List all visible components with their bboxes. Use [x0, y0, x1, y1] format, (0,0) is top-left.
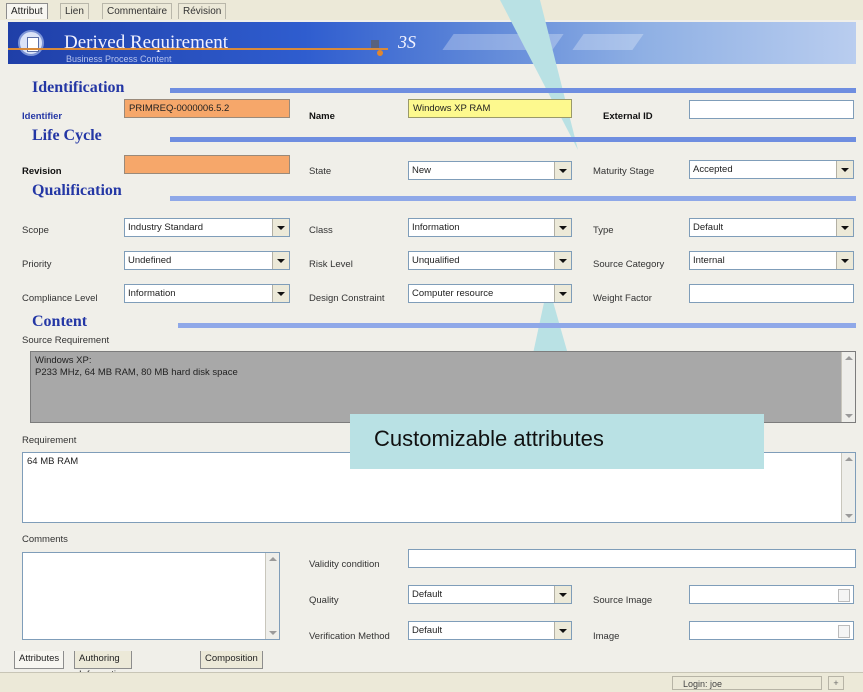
- validity-condition-label: Validity condition: [309, 559, 380, 570]
- status-control-icon[interactable]: +: [828, 676, 844, 690]
- source-requirement-textarea[interactable]: Windows XP: P233 MHz, 64 MB RAM, 80 MB h…: [30, 351, 856, 423]
- scrollbar[interactable]: [265, 553, 279, 639]
- status-bar: Login: joe +: [0, 672, 863, 692]
- compliance-level-select[interactable]: Information: [124, 284, 290, 303]
- callout-text: Customizable attributes: [374, 426, 604, 451]
- scope-label: Scope: [22, 225, 49, 236]
- chevron-down-icon[interactable]: [554, 586, 571, 603]
- chevron-down-icon[interactable]: [272, 219, 289, 236]
- chevron-down-icon[interactable]: [554, 162, 571, 179]
- priority-select[interactable]: Undefined: [124, 251, 290, 270]
- section-bar: [170, 137, 856, 142]
- chevron-down-icon[interactable]: [836, 219, 853, 236]
- maturity-stage-label: Maturity Stage: [593, 166, 655, 177]
- section-identification: Identification: [32, 79, 125, 96]
- type-label: Type: [593, 225, 614, 236]
- name-label: Name: [309, 111, 335, 122]
- class-value: Information: [412, 222, 460, 233]
- source-requirement-label: Source Requirement: [22, 335, 110, 346]
- risk-level-value: Unqualified: [412, 255, 460, 266]
- browse-icon[interactable]: [838, 589, 850, 602]
- risk-level-select[interactable]: Unqualified: [408, 251, 572, 270]
- priority-value: Undefined: [128, 255, 172, 266]
- weight-factor-field[interactable]: [689, 284, 854, 303]
- image-label: Image: [593, 631, 620, 642]
- chevron-down-icon[interactable]: [272, 252, 289, 269]
- section-life-cycle: Life Cycle: [32, 127, 102, 144]
- maturity-stage-value: Accepted: [693, 164, 733, 175]
- browse-icon[interactable]: [838, 625, 850, 638]
- verification-method-label: Verification Method: [309, 631, 390, 642]
- design-constraint-label: Design Constraint: [309, 293, 385, 304]
- section-bar: [178, 323, 856, 328]
- verification-method-value: Default: [412, 625, 443, 636]
- source-category-select[interactable]: Internal: [689, 251, 854, 270]
- section-bar: [170, 196, 856, 201]
- name-field[interactable]: Windows XP RAM: [408, 99, 572, 118]
- external-id-field[interactable]: [689, 100, 854, 119]
- quality-select[interactable]: Default: [408, 585, 572, 604]
- chevron-down-icon[interactable]: [554, 285, 571, 302]
- quality-value: Default: [412, 589, 443, 600]
- source-category-value: Internal: [693, 255, 725, 266]
- chevron-down-icon[interactable]: [836, 161, 853, 178]
- requirement-label: Requirement: [22, 435, 77, 446]
- tab-authoring-information[interactable]: Authoring Information: [74, 651, 132, 680]
- login-status: Login: joe: [672, 676, 822, 690]
- callout-box: Customizable attributes: [350, 414, 764, 469]
- image-field[interactable]: [689, 621, 854, 640]
- chevron-down-icon[interactable]: [554, 252, 571, 269]
- priority-label: Priority: [22, 259, 52, 270]
- chevron-down-icon[interactable]: [836, 252, 853, 269]
- source-category-label: Source Category: [593, 259, 665, 270]
- callout-pointer-top: [500, 0, 578, 150]
- section-content: Content: [32, 313, 88, 330]
- compliance-level-label: Compliance Level: [22, 293, 98, 304]
- scope-value: Industry Standard: [128, 222, 203, 233]
- maturity-stage-select[interactable]: Accepted: [689, 160, 854, 179]
- section-qualification: Qualification: [32, 182, 122, 199]
- chevron-down-icon[interactable]: [554, 219, 571, 236]
- external-id-label: External ID: [603, 111, 653, 122]
- chevron-down-icon[interactable]: [272, 285, 289, 302]
- source-image-label: Source Image: [593, 595, 653, 606]
- quality-label: Quality: [309, 595, 339, 606]
- verification-method-select[interactable]: Default: [408, 621, 572, 640]
- state-value: New: [412, 165, 432, 176]
- state-label: State: [309, 166, 332, 177]
- revision-label: Revision: [22, 166, 62, 177]
- design-constraint-value: Computer resource: [412, 288, 494, 299]
- design-constraint-select[interactable]: Computer resource: [408, 284, 572, 303]
- risk-level-label: Risk Level: [309, 259, 353, 270]
- state-select[interactable]: New: [408, 161, 572, 180]
- compliance-level-value: Information: [128, 288, 176, 299]
- tab-attributes[interactable]: Attributes: [14, 651, 65, 669]
- chevron-down-icon[interactable]: [554, 622, 571, 639]
- scrollbar[interactable]: [841, 352, 855, 422]
- class-select[interactable]: Information: [408, 218, 572, 237]
- weight-factor-label: Weight Factor: [593, 293, 652, 304]
- tab-composition[interactable]: Composition: [200, 651, 263, 669]
- scope-select[interactable]: Industry Standard: [124, 218, 290, 237]
- section-bar: [170, 88, 856, 93]
- type-select[interactable]: Default: [689, 218, 854, 237]
- identifier-field[interactable]: PRIMREQ-0000006.5.2: [124, 99, 290, 118]
- type-value: Default: [693, 222, 724, 233]
- class-label: Class: [309, 225, 333, 236]
- validity-condition-field[interactable]: [408, 549, 856, 568]
- revision-field[interactable]: [124, 155, 290, 174]
- comments-label: Comments: [22, 534, 68, 545]
- source-requirement-line: Windows XP:: [35, 355, 92, 366]
- scrollbar[interactable]: [841, 453, 855, 522]
- source-image-field[interactable]: [689, 585, 854, 604]
- comments-textarea[interactable]: [22, 552, 280, 640]
- source-requirement-line: P233 MHz, 64 MB RAM, 80 MB hard disk spa…: [35, 367, 238, 378]
- identifier-label: Identifier: [22, 111, 63, 122]
